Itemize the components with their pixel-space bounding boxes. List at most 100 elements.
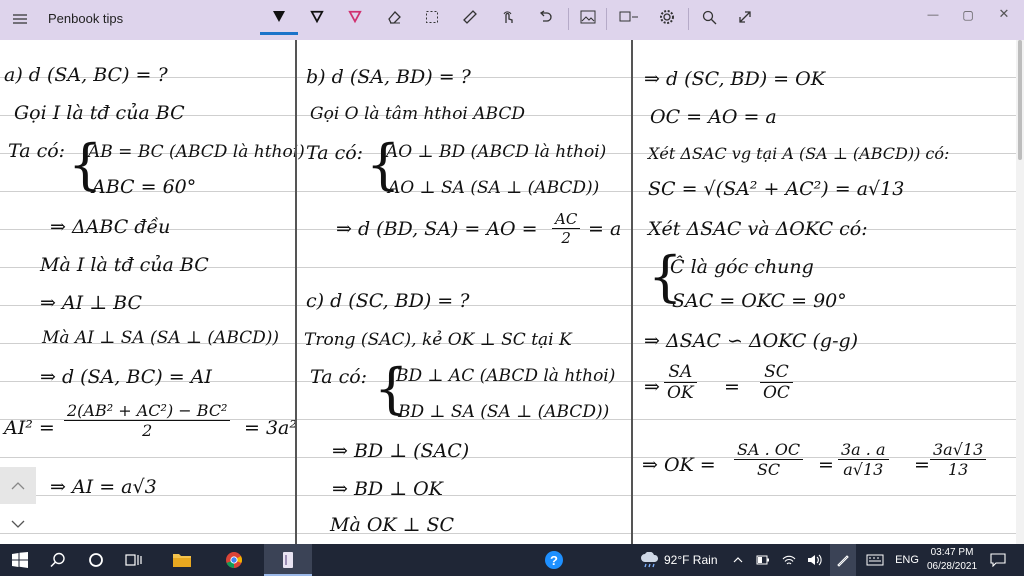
ink-line: Mà OK ⊥ SC bbox=[330, 514, 455, 536]
battery-icon[interactable] bbox=[752, 544, 774, 576]
ink-line: OC = AO = a bbox=[650, 106, 777, 128]
ink-line: ⇒ d (SC, BD) = OK bbox=[644, 68, 825, 90]
column-divider bbox=[631, 40, 633, 544]
fraction-denominator: OC bbox=[763, 383, 790, 403]
fraction: SC OC bbox=[760, 362, 793, 403]
close-button[interactable]: ✕ bbox=[991, 5, 1017, 23]
ink-line: ⇒ OK = bbox=[642, 454, 716, 476]
ink-line: ⇒ BD ⊥ OK bbox=[332, 478, 443, 500]
notification-icon[interactable] bbox=[986, 544, 1010, 576]
keyboard-icon[interactable] bbox=[862, 544, 888, 576]
ink-line: ⇒ bbox=[644, 376, 660, 398]
shape-icon[interactable] bbox=[616, 6, 642, 28]
ink-line: AO ⊥ BD (ABCD là hthoi) bbox=[386, 142, 607, 162]
ruler-icon[interactable] bbox=[458, 6, 482, 28]
pen-icon[interactable] bbox=[305, 6, 329, 28]
ink-line: Xét ΔSAC vg tại A (SA ⊥ (ABCD)) có: bbox=[648, 144, 950, 163]
eraser-icon[interactable] bbox=[382, 6, 406, 28]
ink-line: ⇒ d (BD, SA) = AO = bbox=[336, 218, 538, 240]
penbook-taskbar-button[interactable] bbox=[264, 544, 312, 576]
ink-line: SC = √(SA² + AC²) = a√13 bbox=[648, 178, 905, 200]
weather-text[interactable]: 92°F Rain bbox=[664, 544, 720, 576]
ink-line: BD ⊥ AC (ABCD là hthoi) bbox=[396, 366, 616, 386]
title-bar: Penbook tips — ▢ ✕ bbox=[0, 0, 1024, 40]
active-tool-indicator bbox=[260, 32, 298, 35]
help-glyph: ? bbox=[545, 551, 563, 569]
ink-line: Ĉ là góc chung bbox=[670, 256, 814, 278]
fraction-denominator: 13 bbox=[947, 460, 969, 479]
ink-line: a) d (SA, BC) = ? bbox=[4, 64, 168, 86]
ink-line: BD ⊥ SA (SA ⊥ (ABCD)) bbox=[398, 402, 610, 422]
fraction: 3a√13 13 bbox=[930, 440, 987, 479]
fraction-numerator: 2(AB² + AC²) − BC² bbox=[64, 401, 231, 421]
weather-icon[interactable] bbox=[638, 544, 662, 576]
search-icon[interactable] bbox=[42, 544, 74, 576]
fraction: 2(AB² + AC²) − BC² 2 bbox=[64, 401, 231, 440]
search-icon[interactable] bbox=[697, 6, 721, 28]
fraction: SA . OC SC bbox=[734, 440, 804, 479]
undo-icon[interactable] bbox=[533, 6, 557, 28]
ink-line: AB = BC (ABCD là hthoi) bbox=[88, 142, 305, 162]
ink-line: Ta có: bbox=[310, 366, 368, 388]
fraction-denominator: OK bbox=[667, 383, 694, 403]
highlighter-icon[interactable] bbox=[343, 6, 367, 28]
chevron-up-icon[interactable] bbox=[728, 544, 748, 576]
minimize-button[interactable]: — bbox=[920, 6, 946, 24]
fraction-denominator: a√13 bbox=[843, 460, 884, 479]
volume-icon[interactable] bbox=[804, 544, 826, 576]
start-windows-icon[interactable] bbox=[0, 544, 40, 576]
ink-line: SAC = OKC = 90° bbox=[672, 290, 847, 312]
clock[interactable]: 03:47 PM 06/28/2021 bbox=[924, 546, 980, 576]
help-icon[interactable]: ? bbox=[540, 544, 568, 576]
ink-line: ⇒ ΔSAC ∽ ΔOKC (g-g) bbox=[644, 330, 859, 352]
fraction-numerator: 3a . a bbox=[838, 440, 889, 460]
pen-icon[interactable] bbox=[266, 6, 292, 28]
fraction-numerator: SC bbox=[760, 362, 793, 383]
cortana-icon[interactable] bbox=[80, 544, 112, 576]
ink-line: Mà I là tđ của BC bbox=[40, 254, 209, 276]
ink-line: ABC = 60° bbox=[92, 176, 197, 198]
ink-line: Gọi I là tđ của BC bbox=[14, 102, 185, 124]
file-explorer-icon[interactable] bbox=[166, 544, 198, 576]
toolbar-separator bbox=[568, 8, 569, 30]
ink-line: Xét ΔSAC và ΔOKC có: bbox=[648, 218, 868, 240]
vertical-scrollbar[interactable] bbox=[1016, 40, 1024, 544]
page-up-button[interactable] bbox=[0, 467, 36, 504]
ink-line: b) d (SA, BD) = ? bbox=[306, 66, 471, 88]
taskbar: ? 92°F Rain ENG 03:47 PM 06/28/2021 bbox=[0, 544, 1024, 576]
language-indicator[interactable]: ENG bbox=[893, 544, 921, 576]
fraction: AC 2 bbox=[552, 210, 581, 247]
wifi-icon[interactable] bbox=[778, 544, 800, 576]
toolbar-separator bbox=[606, 8, 607, 30]
clock-time: 03:47 PM bbox=[930, 547, 974, 558]
chrome-icon[interactable] bbox=[218, 544, 250, 576]
expand-icon[interactable] bbox=[733, 6, 757, 28]
ink-line: = bbox=[914, 454, 930, 476]
fraction-numerator: SA . OC bbox=[734, 440, 804, 460]
maximize-button[interactable]: ▢ bbox=[955, 6, 981, 24]
notebook-canvas[interactable]: a) d (SA, BC) = ? Gọi I là tđ của BC Ta … bbox=[0, 40, 1024, 544]
pen-workspace-icon[interactable] bbox=[830, 544, 856, 576]
hamburger-menu-icon[interactable] bbox=[10, 8, 30, 30]
ink-line: = bbox=[818, 454, 834, 476]
ink-line: Gọi O là tâm hthoi ABCD bbox=[310, 104, 525, 124]
column-divider bbox=[295, 40, 297, 544]
ink-line: = 3a² bbox=[244, 417, 297, 439]
settings-icon[interactable] bbox=[655, 6, 679, 28]
app-title: Penbook tips bbox=[48, 11, 124, 26]
task-view-icon[interactable] bbox=[118, 544, 150, 576]
image-icon[interactable] bbox=[576, 6, 600, 28]
fraction-numerator: 3a√13 bbox=[930, 440, 987, 460]
touch-icon[interactable] bbox=[496, 6, 520, 28]
fraction-denominator: 2 bbox=[142, 421, 153, 440]
fraction-denominator: SC bbox=[756, 460, 781, 479]
lasso-icon[interactable] bbox=[420, 6, 444, 28]
scrollbar-thumb[interactable] bbox=[1018, 40, 1022, 160]
ink-line: AO ⊥ SA (SA ⊥ (ABCD)) bbox=[388, 178, 600, 198]
ink-line: c) d (SC, BD) = ? bbox=[306, 290, 470, 312]
ink-line: ⇒ AI = a√3 bbox=[50, 476, 157, 498]
fraction: 3a . a a√13 bbox=[838, 440, 889, 479]
page-down-button[interactable] bbox=[0, 505, 36, 542]
ink-line: Ta có: bbox=[306, 142, 364, 164]
ink-line: ⇒ BD ⊥ (SAC) bbox=[332, 440, 470, 462]
